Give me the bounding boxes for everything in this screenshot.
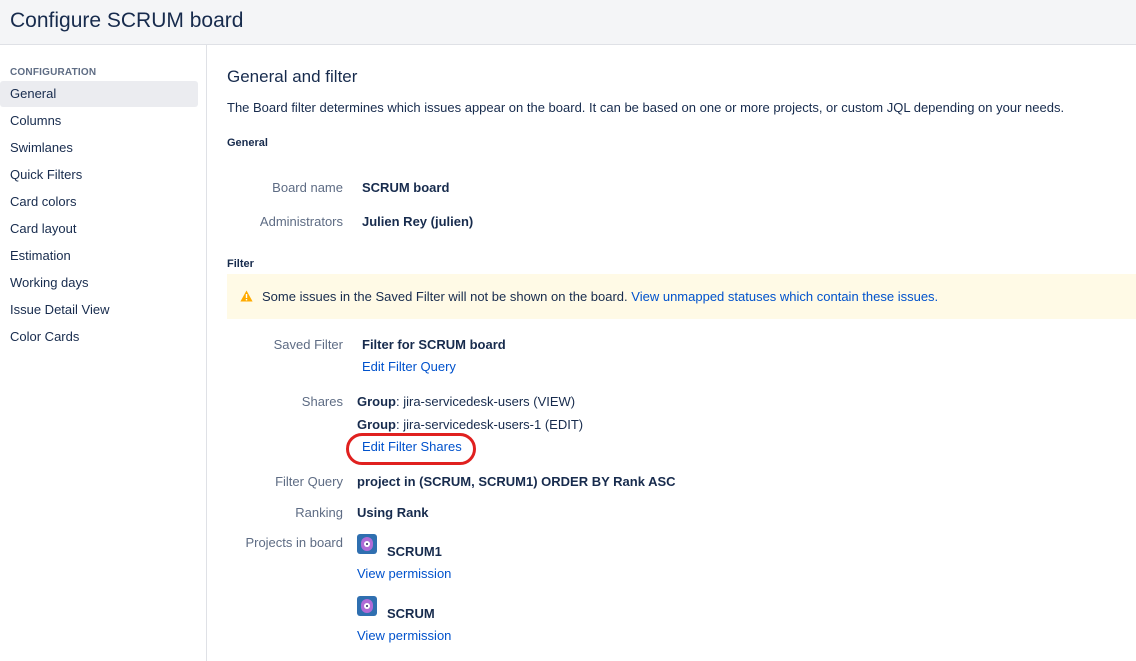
share-entry: Group: jira-servicedesk-users-1 (EDIT) bbox=[357, 417, 583, 432]
warning-message: Some issues in the Saved Filter will not… bbox=[262, 289, 938, 304]
saved-filter-label: Saved Filter bbox=[273, 337, 343, 352]
board-name-label: Board name bbox=[272, 180, 343, 195]
filter-heading: Filter bbox=[227, 258, 254, 270]
warning-text: Some issues in the Saved Filter will not… bbox=[262, 289, 628, 304]
view-permission-link[interactable]: View permission bbox=[357, 566, 451, 581]
sidebar-item-working-days[interactable]: Working days bbox=[0, 270, 198, 296]
project-name: SCRUM1 bbox=[387, 544, 442, 559]
sidebar-item-quick-filters[interactable]: Quick Filters bbox=[0, 162, 198, 188]
page-title: Configure SCRUM board bbox=[10, 9, 244, 32]
administrators-label: Administrators bbox=[259, 214, 343, 229]
sidebar-item-color-cards[interactable]: Color Cards bbox=[0, 324, 198, 350]
sidebar-item-swimlanes[interactable]: Swimlanes bbox=[0, 135, 198, 161]
sidebar-item-issue-detail-view[interactable]: Issue Detail View bbox=[0, 297, 198, 323]
project-avatar-icon bbox=[357, 534, 377, 554]
main-content: General and filter The Board filter dete… bbox=[227, 45, 1136, 661]
administrators-value: Julien Rey (julien) bbox=[362, 214, 474, 229]
view-unmapped-statuses-link[interactable]: View unmapped statuses which contain the… bbox=[631, 289, 938, 304]
share-type: Group bbox=[357, 394, 396, 409]
saved-filter-value: Filter for SCRUM board bbox=[362, 337, 506, 352]
share-value: : jira-servicedesk-users-1 (EDIT) bbox=[396, 417, 584, 432]
sidebar-item-estimation[interactable]: Estimation bbox=[0, 243, 198, 269]
intro-text: The Board filter determines which issues… bbox=[227, 100, 1065, 115]
view-permission-link[interactable]: View permission bbox=[357, 628, 451, 643]
board-name-value: SCRUM board bbox=[362, 180, 450, 195]
edit-filter-query-link[interactable]: Edit Filter Query bbox=[362, 359, 456, 374]
sidebar-item-card-layout[interactable]: Card layout bbox=[0, 216, 198, 242]
general-heading: General bbox=[227, 137, 268, 149]
warning-triangle-icon bbox=[240, 290, 253, 302]
projects-in-board-label: Projects in board bbox=[245, 535, 343, 550]
configuration-sidebar: CONFIGURATION General Columns Swimlanes … bbox=[0, 45, 207, 661]
shares-label: Shares bbox=[301, 394, 343, 409]
sidebar-item-columns[interactable]: Columns bbox=[0, 108, 198, 134]
page-header: Configure SCRUM board bbox=[0, 0, 1136, 45]
share-type: Group bbox=[357, 417, 396, 432]
sidebar-heading: CONFIGURATION bbox=[10, 67, 97, 78]
unmapped-statuses-warning: Some issues in the Saved Filter will not… bbox=[227, 274, 1136, 319]
highlight-circle bbox=[346, 433, 476, 465]
filter-query-value: project in (SCRUM, SCRUM1) ORDER BY Rank… bbox=[357, 474, 676, 489]
project-avatar-icon bbox=[357, 596, 377, 616]
ranking-label: Ranking bbox=[295, 505, 343, 520]
ranking-value: Using Rank bbox=[357, 505, 429, 520]
sidebar-item-card-colors[interactable]: Card colors bbox=[0, 189, 198, 215]
share-value: : jira-servicedesk-users (VIEW) bbox=[396, 394, 576, 409]
share-entry: Group: jira-servicedesk-users (VIEW) bbox=[357, 394, 575, 409]
sidebar-item-general[interactable]: General bbox=[0, 81, 198, 107]
project-name: SCRUM bbox=[387, 606, 435, 621]
section-title: General and filter bbox=[227, 67, 358, 86]
filter-query-label: Filter Query bbox=[275, 474, 343, 489]
